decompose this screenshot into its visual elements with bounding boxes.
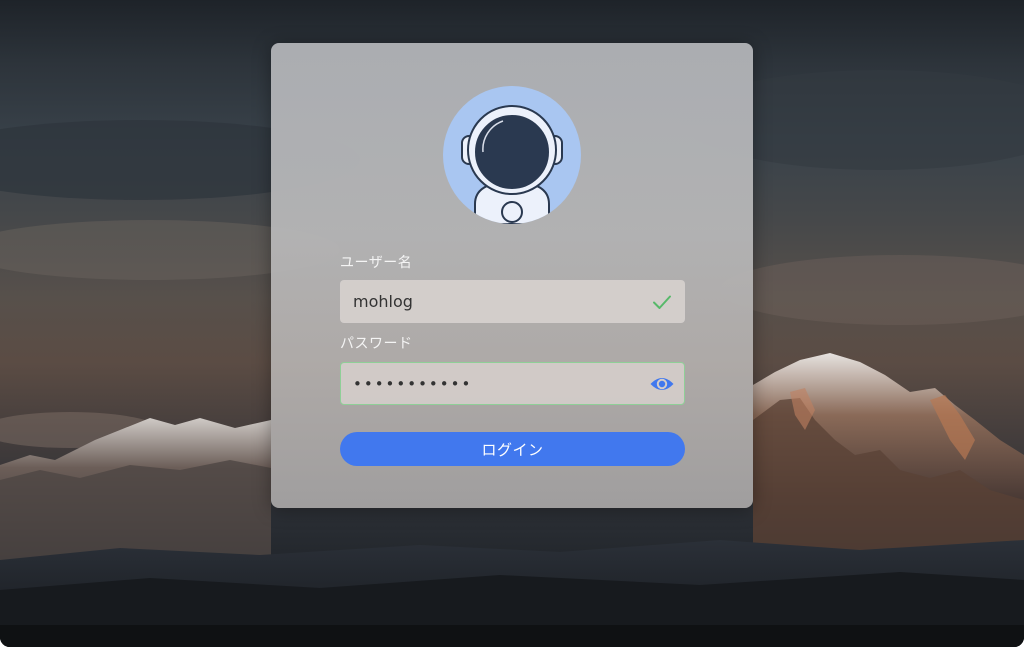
login-button[interactable]: ログイン	[340, 432, 685, 466]
login-card: ユーザー名 パスワード ログイン	[271, 43, 753, 508]
password-input[interactable]	[353, 363, 643, 404]
eye-icon[interactable]	[649, 373, 675, 395]
username-field[interactable]	[340, 280, 685, 323]
login-screen: ユーザー名 パスワード ログイン	[0, 0, 1024, 647]
check-icon	[653, 295, 671, 309]
username-label: ユーザー名	[340, 255, 413, 271]
astronaut-icon	[461, 105, 563, 224]
password-field[interactable]	[340, 362, 685, 405]
password-label: パスワード	[340, 336, 413, 352]
avatar	[443, 86, 581, 224]
username-input[interactable]	[353, 281, 643, 322]
